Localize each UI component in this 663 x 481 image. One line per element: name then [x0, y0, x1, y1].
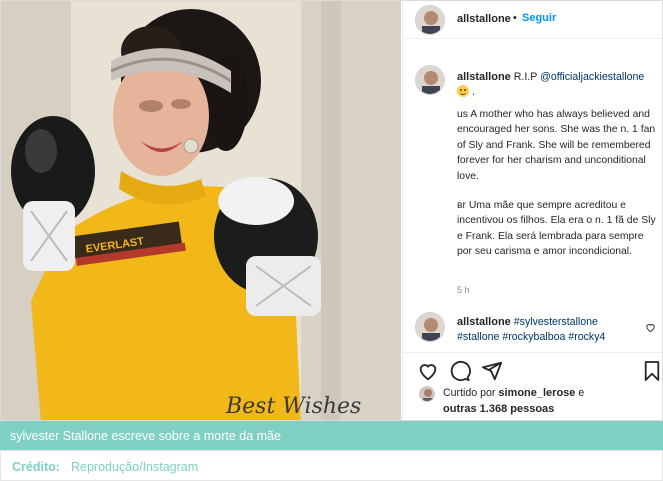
- header-username[interactable]: allstallone: [457, 13, 511, 25]
- avatar[interactable]: [415, 5, 445, 35]
- photo-credit: Crédito: Reprodução/Instagram: [0, 450, 663, 481]
- caption-prefix: R.I.P: [513, 71, 538, 83]
- small-heart-icon[interactable]: [645, 320, 656, 338]
- caption-first-line: allstallone R.I.P @officialjackiestallon…: [457, 70, 661, 100]
- photo-illustration: EVERLAST Best Wishes: [1, 1, 401, 420]
- credit-source: Reprodução/Instagram: [71, 460, 199, 474]
- liker-avatar[interactable]: [419, 386, 435, 402]
- avatar-image: [416, 6, 444, 34]
- caption-paragraph-en: us A mother who has always believed and …: [457, 109, 656, 182]
- comment-avatar[interactable]: [415, 312, 445, 342]
- comment: allstallone #sylvesterstallone #stallone…: [457, 315, 637, 345]
- post-side-panel: allstallone • Seguir allstallone R.I.P @…: [402, 1, 662, 420]
- likes-suffix: e: [578, 387, 585, 399]
- smile-emoji-icon: [457, 85, 469, 97]
- avatar-image: [416, 313, 444, 341]
- likes-others[interactable]: outras 1.368 pessoas: [443, 403, 554, 415]
- instagram-post-embed: EVERLAST Best Wishes allstallone • Segui…: [0, 0, 663, 421]
- liker-avatar-image: [420, 387, 434, 401]
- article-caption-text: sylvester Stallone escreve sobre a morte…: [10, 429, 281, 443]
- post-photo: EVERLAST Best Wishes: [1, 1, 401, 420]
- caption-username[interactable]: allstallone: [457, 71, 511, 83]
- photo-signature: Best Wishes: [225, 394, 361, 419]
- caption-avatar[interactable]: [415, 65, 445, 95]
- post-timestamp[interactable]: 5 h: [457, 285, 470, 295]
- credit-label: Crédito:: [12, 460, 60, 474]
- likes-text: Curtido por simone_lerose e outras 1.368…: [443, 385, 662, 417]
- separator-dot: •: [513, 12, 517, 24]
- follow-button[interactable]: Seguir: [522, 12, 556, 24]
- article-photo-caption: sylvester Stallone escreve sobre a morte…: [0, 421, 663, 450]
- action-bar: [403, 352, 662, 382]
- caption-paragraph-pt: вr Uma mãe que sempre acreditou e incent…: [457, 200, 656, 258]
- avatar-image: [416, 66, 444, 94]
- likes-user[interactable]: simone_lerose: [498, 387, 575, 399]
- caption-mention[interactable]: @officialjackiestallone: [540, 71, 644, 83]
- likes-row: Curtido por simone_lerose e outras 1.368…: [403, 383, 662, 420]
- caption-suffix: .: [471, 86, 475, 98]
- likes-prefix: Curtido por: [443, 387, 496, 399]
- comment-username[interactable]: allstallone: [457, 316, 511, 328]
- caption-body: us A mother who has always believed and …: [457, 107, 661, 274]
- post-header: allstallone • Seguir: [403, 1, 662, 39]
